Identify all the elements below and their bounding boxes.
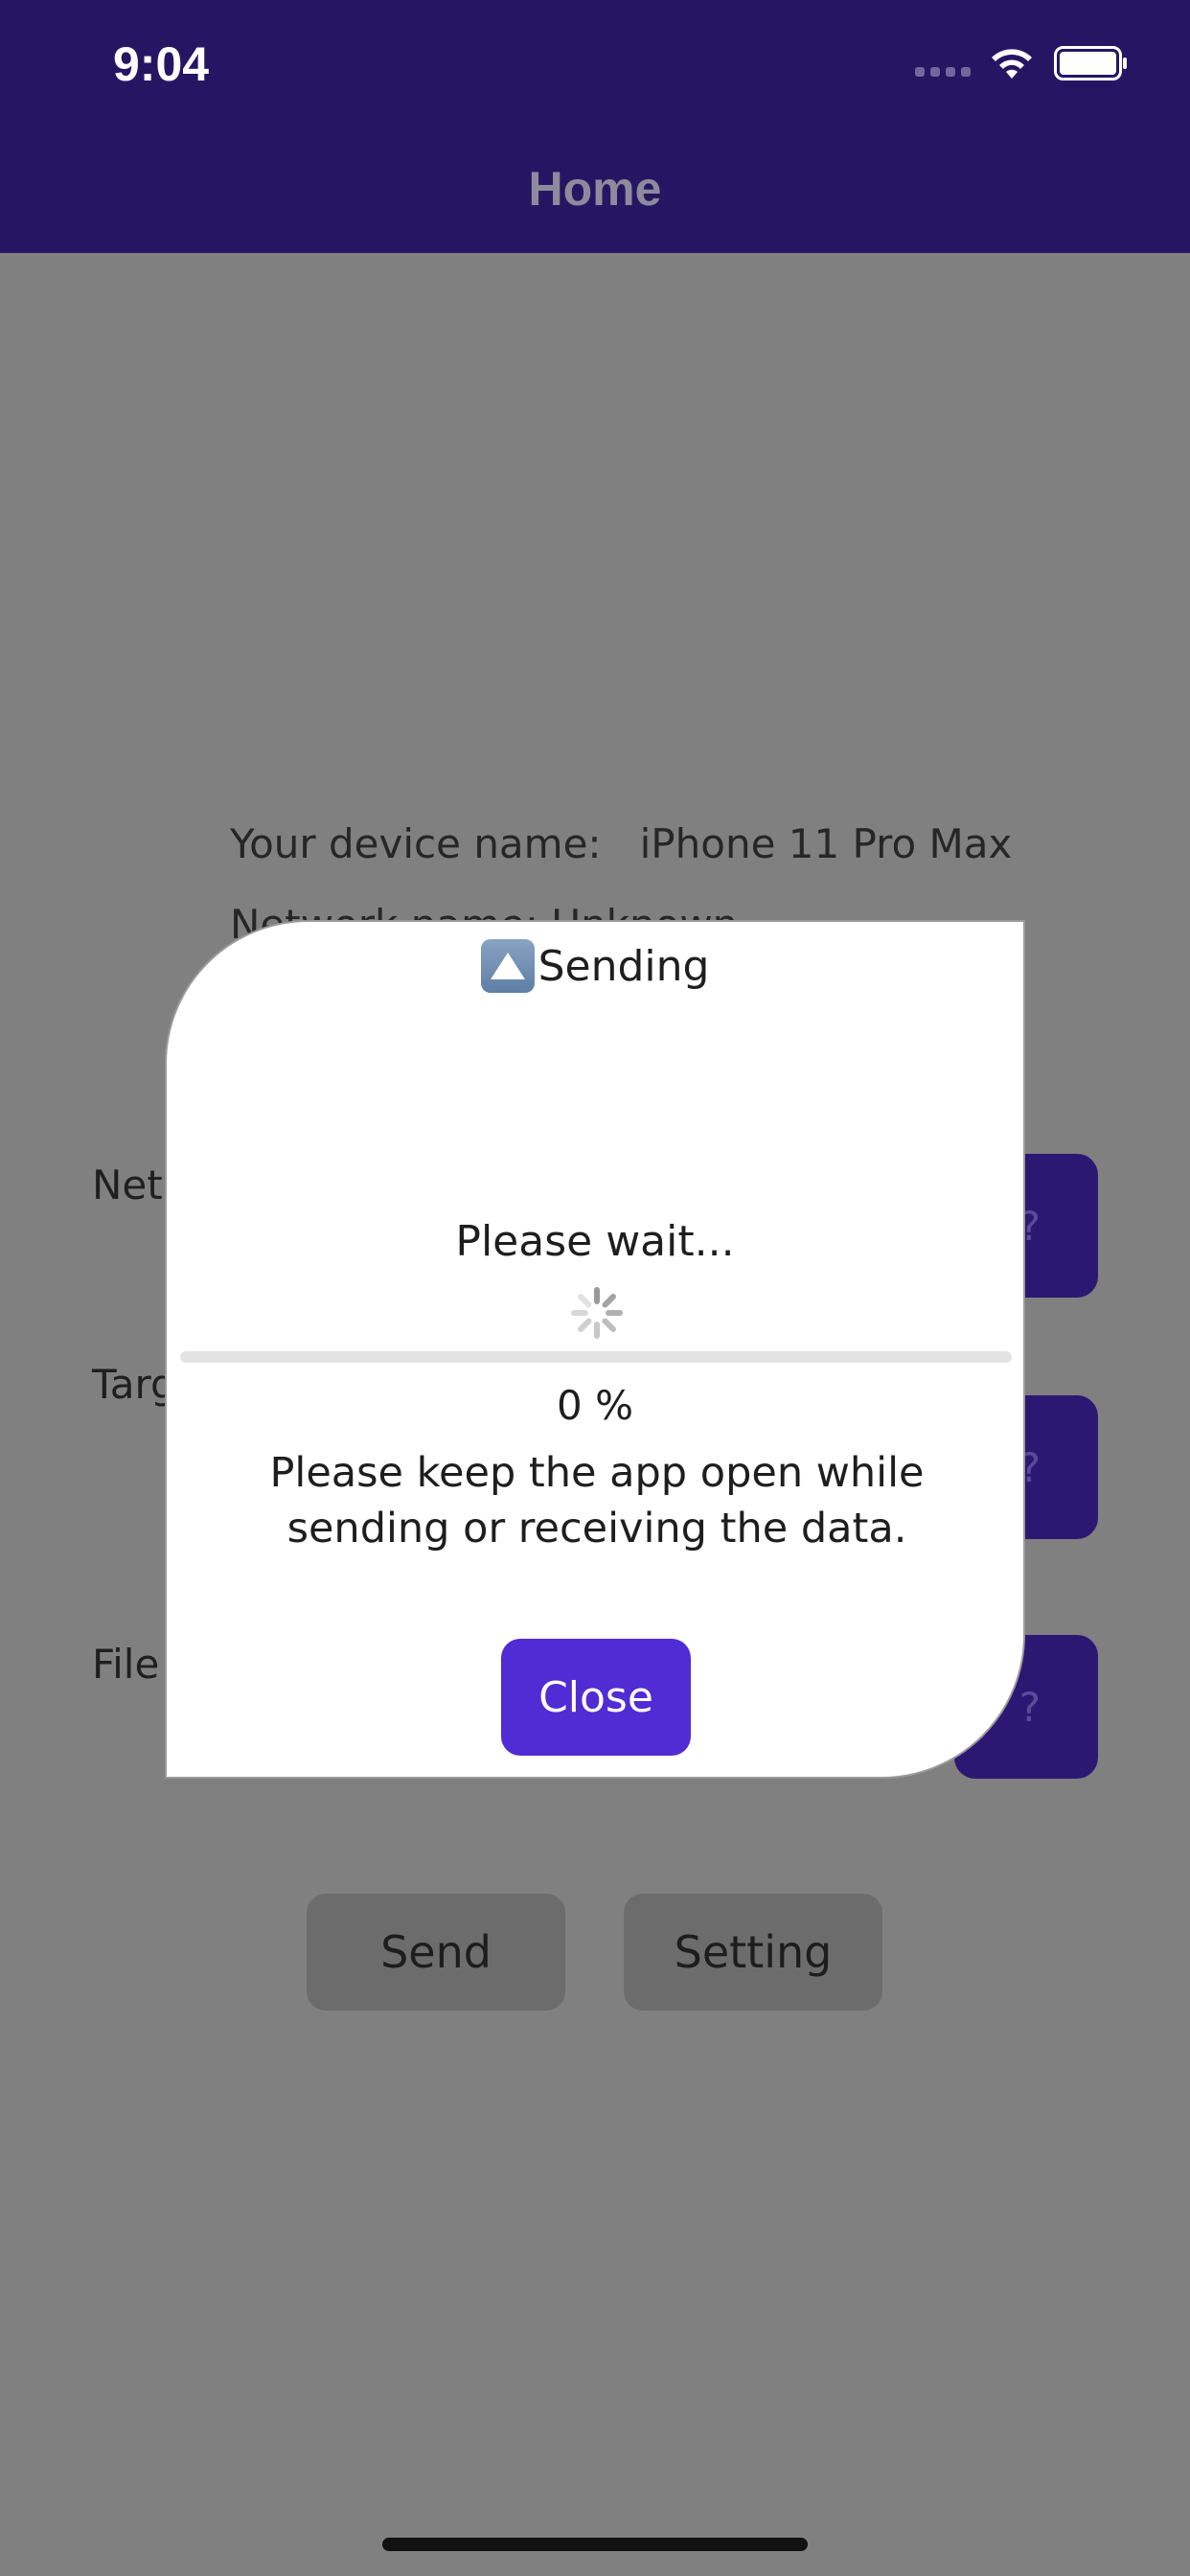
progress-percent: 0 % [557,1382,633,1429]
battery-icon [1054,46,1127,80]
close-button[interactable]: Close [501,1639,691,1756]
device-name-row: Your device name: iPhone 11 Pro Max [230,820,1012,867]
file-label: File [92,1641,160,1688]
target-label: Targ [92,1361,176,1408]
setting-button[interactable]: Setting [624,1894,882,2011]
keep-open-message: Please keep the app open while sending o… [269,1449,925,1552]
dialog-title: Sending [167,939,1023,993]
up-arrow-button-icon [480,939,535,993]
wifi-icon [992,49,1032,79]
wait-text: Please wait... [455,1217,735,1266]
app-header: 9:04 Home [0,0,1190,253]
page-title: Home [528,162,662,216]
loading-spinner-icon [571,1287,623,1339]
device-name-value: iPhone 11 Pro Max [639,820,1013,867]
progress-bar [180,1351,1012,1363]
home-indicator [382,2538,808,2551]
device-name-label: Your device name: [230,820,602,867]
sending-dialog: Sending Please wait... 0 % Please keep t… [165,920,1025,1779]
cellular-signal-icon [915,67,971,77]
status-time: 9:04 [113,37,210,91]
dialog-title-text: Sending [538,941,710,991]
send-button[interactable]: Send [307,1894,565,2011]
